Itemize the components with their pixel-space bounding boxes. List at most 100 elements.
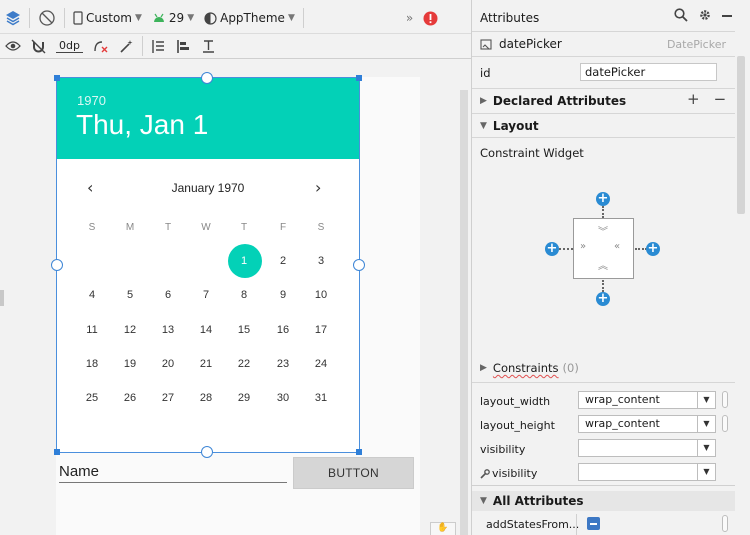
id-field[interactable]: datePicker (580, 63, 717, 81)
calendar-day[interactable]: 20 (151, 358, 185, 370)
calendar-day[interactable]: 13 (151, 324, 185, 336)
resize-handle-top-left[interactable] (54, 75, 60, 81)
calendar-day[interactable]: 7 (189, 289, 223, 301)
calendar-day[interactable]: 24 (304, 358, 338, 370)
orientation-button[interactable] (33, 4, 61, 32)
theme-selector[interactable]: AppTheme ▼ (199, 4, 300, 32)
vertical-wrap-top-icon[interactable]: ︾ (598, 223, 608, 238)
calendar-day[interactable]: 6 (151, 289, 185, 301)
pan-icon[interactable]: ✋ (430, 522, 456, 535)
calendar-day[interactable]: 16 (266, 324, 300, 336)
guidelines-button[interactable] (146, 34, 171, 58)
remove-attribute-button[interactable]: − (714, 90, 727, 108)
constraint-anchor-right[interactable] (353, 259, 365, 271)
canvas-vertical-scrollbar[interactable] (460, 90, 468, 535)
chevron-down-icon: ▼ (697, 416, 715, 432)
layout-width-select[interactable]: wrap_content ▼ (578, 391, 716, 409)
android-icon (153, 13, 164, 22)
add-bottom-constraint-icon[interactable]: + (596, 292, 610, 306)
calendar-day[interactable]: 22 (227, 358, 261, 370)
calendar-day[interactable]: 2 (266, 255, 300, 267)
all-attributes-section[interactable]: ▼ All Attributes (472, 491, 735, 511)
calendar-day[interactable]: 31 (304, 392, 338, 404)
calendar-day[interactable]: 17 (304, 324, 338, 336)
resize-handle-bottom-right[interactable] (356, 449, 362, 455)
calendar-day[interactable]: 3 (304, 255, 338, 267)
layout-width-picker-button[interactable] (722, 391, 728, 408)
calendar-day[interactable]: 14 (189, 324, 223, 336)
calendar-day-selected[interactable]: 1 (227, 255, 261, 267)
calendar-day[interactable]: 30 (266, 392, 300, 404)
add-right-constraint-icon[interactable]: + (646, 242, 660, 256)
layout-section[interactable]: ▼ Layout (472, 116, 735, 136)
magnet-off-icon (31, 39, 46, 53)
view-options-button[interactable] (0, 34, 26, 58)
api-level-selector[interactable]: 29 ▼ (147, 4, 199, 32)
constraints-section[interactable]: ▶ Constraints (0) (472, 358, 735, 378)
minimize-icon[interactable] (722, 15, 732, 17)
calendar-day[interactable]: 19 (113, 358, 147, 370)
calendar-day[interactable]: 4 (75, 289, 109, 301)
calendar-day[interactable]: 25 (75, 392, 109, 404)
margin-value: 0dp (56, 39, 83, 53)
layout-editor: Custom ▼ 29 ▼ AppTheme ▼ » 0dp 1970 Thu,… (0, 0, 471, 535)
add-top-constraint-icon[interactable]: + (596, 192, 610, 206)
calendar-day[interactable]: 29 (227, 392, 261, 404)
calendar-day[interactable]: 27 (151, 392, 185, 404)
date-picker-month: January 1970 (171, 181, 245, 195)
default-margin-button[interactable]: 0dp (51, 34, 88, 58)
button-widget[interactable]: BUTTON (293, 457, 414, 489)
toolbar-overflow-button[interactable]: » (401, 4, 418, 32)
weekday-header: S (317, 222, 325, 233)
align-button[interactable] (171, 34, 196, 58)
calendar-day[interactable]: 18 (75, 358, 109, 370)
resize-handle-bottom-left[interactable] (54, 449, 60, 455)
autoconnect-button[interactable] (26, 34, 51, 58)
calendar-day[interactable]: 9 (266, 289, 300, 301)
calendar-day[interactable]: 15 (227, 324, 261, 336)
baseline-button[interactable] (196, 34, 221, 58)
chevron-down-icon: ▼ (697, 392, 715, 408)
weekday-header: T (164, 222, 172, 233)
date-picker-year[interactable]: 1970 (77, 93, 106, 108)
clear-constraints-button[interactable] (88, 34, 114, 58)
layout-height-picker-button[interactable] (722, 415, 728, 432)
calendar-day[interactable]: 12 (113, 324, 147, 336)
constraint-anchor-bottom[interactable] (201, 446, 213, 458)
date-picker-selected-date[interactable]: Thu, Jan 1 (76, 109, 208, 141)
gear-icon[interactable] (698, 8, 712, 22)
calendar-day[interactable]: 8 (227, 289, 261, 301)
constraint-anchor-top[interactable] (201, 72, 213, 84)
layers-button[interactable] (0, 4, 26, 32)
constraint-anchor-left[interactable] (51, 259, 63, 271)
name-input[interactable]: Name (59, 463, 99, 480)
resize-handle-top-right[interactable] (356, 75, 362, 81)
calendar-day[interactable]: 11 (75, 324, 109, 336)
horizontal-wrap-right-icon[interactable]: « (614, 241, 620, 252)
horizontal-wrap-left-icon[interactable]: » (580, 241, 586, 252)
attributes-scrollbar[interactable] (737, 56, 745, 214)
constraint-dash-left (559, 248, 573, 250)
layout-height-select[interactable]: wrap_content ▼ (578, 415, 716, 433)
visibility-select[interactable]: ▼ (578, 439, 716, 457)
vertical-wrap-bottom-icon[interactable]: ︽ (598, 257, 608, 272)
calendar-day[interactable]: 28 (189, 392, 223, 404)
error-indicator[interactable] (418, 4, 443, 32)
add-left-constraint-icon[interactable]: + (545, 242, 559, 256)
add-attribute-button[interactable]: + (687, 90, 700, 108)
device-selector[interactable]: Custom ▼ (68, 4, 147, 32)
add-states-toggle-icon[interactable] (587, 517, 600, 530)
next-month-button[interactable]: › (315, 178, 321, 197)
calendar-day[interactable]: 10 (304, 289, 338, 301)
component-name: datePicker (499, 37, 562, 51)
calendar-day[interactable]: 21 (189, 358, 223, 370)
calendar-day[interactable]: 23 (266, 358, 300, 370)
calendar-day[interactable]: 26 (113, 392, 147, 404)
search-icon[interactable] (674, 8, 688, 22)
infer-constraints-button[interactable] (114, 34, 139, 58)
calendar-day[interactable]: 5 (113, 289, 147, 301)
tools-visibility-select[interactable]: ▼ (578, 463, 716, 481)
date-picker[interactable]: 1970 Thu, Jan 1 ‹ January 1970 › SMTWTFS… (56, 77, 360, 453)
add-states-picker-button[interactable] (722, 515, 728, 532)
phone-icon (73, 11, 83, 25)
